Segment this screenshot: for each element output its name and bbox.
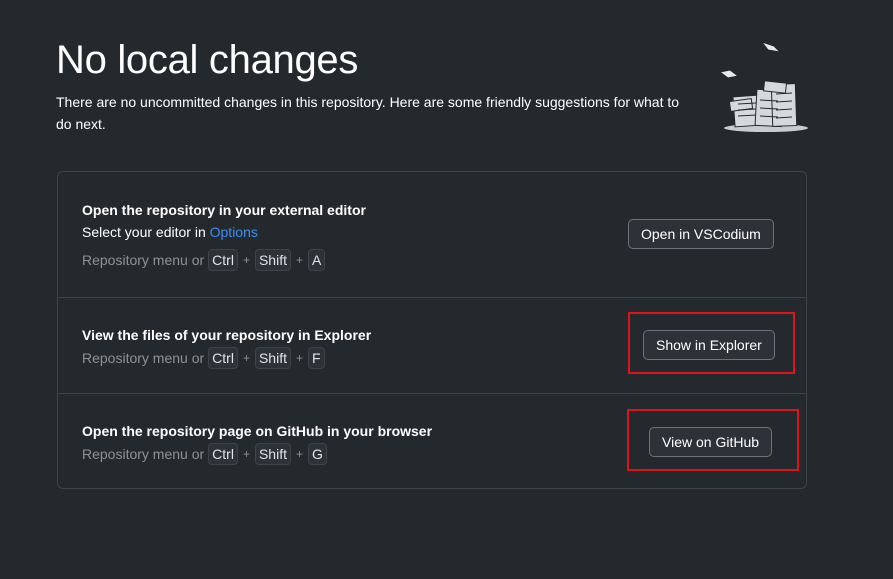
page-title: No local changes — [56, 38, 359, 82]
key-shift: Shift — [254, 249, 291, 271]
description-text: Select your editor in — [82, 224, 210, 240]
shortcut-hint: Repository menu or Ctrl + Shift + A — [82, 249, 326, 271]
key-plus: + — [242, 351, 250, 365]
page-subtitle: There are no uncommitted changes in this… — [56, 94, 680, 132]
key-ctrl: Ctrl — [208, 249, 238, 271]
key-plus: + — [295, 351, 303, 365]
key-plus: + — [295, 253, 303, 267]
suggestion-external-editor: Open the repository in your external edi… — [58, 172, 806, 297]
shortcut-hint: Repository menu or Ctrl + Shift + F — [82, 347, 325, 369]
key-plus: + — [242, 253, 250, 267]
open-in-vscodium-button[interactable]: Open in VSCodium — [628, 219, 774, 249]
key-f: F — [308, 347, 325, 369]
key-shift: Shift — [254, 443, 291, 465]
options-link[interactable]: Options — [210, 224, 258, 240]
suggestion-heading: View the files of your repository in Exp… — [82, 327, 372, 343]
suggestion-heading: Open the repository page on GitHub in yo… — [82, 423, 433, 439]
key-plus: + — [242, 447, 250, 461]
suggestion-description: Select your editor in Options — [82, 224, 258, 240]
shortcut-prefix: Repository menu or — [82, 446, 205, 462]
key-a: A — [308, 249, 326, 271]
shortcut-prefix: Repository menu or — [82, 252, 205, 268]
highlight-box-explorer — [628, 312, 795, 374]
key-ctrl: Ctrl — [208, 443, 238, 465]
key-shift: Shift — [254, 347, 291, 369]
shortcut-prefix: Repository menu or — [82, 350, 205, 366]
paper-stack-icon — [718, 41, 808, 132]
key-g: G — [308, 443, 327, 465]
key-plus: + — [295, 447, 303, 461]
highlight-box-github — [627, 409, 799, 471]
suggestion-heading: Open the repository in your external edi… — [82, 202, 366, 218]
shortcut-hint: Repository menu or Ctrl + Shift + G — [82, 443, 327, 465]
key-ctrl: Ctrl — [208, 347, 238, 369]
